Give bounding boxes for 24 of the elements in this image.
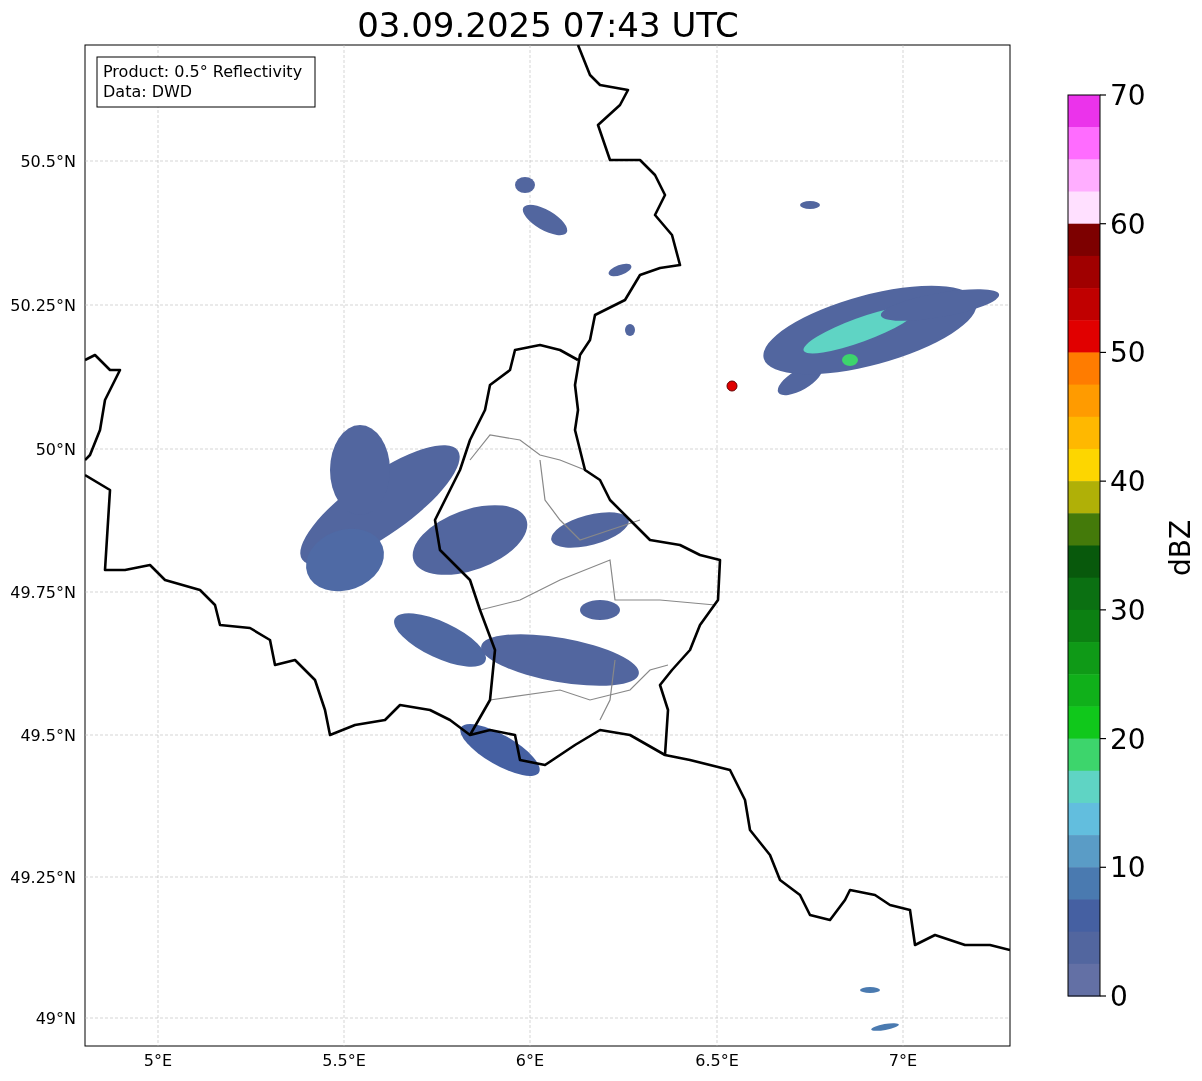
colorbar-tick-label: 40 xyxy=(1110,465,1146,499)
latitude-tick-label: 50.5°N xyxy=(20,152,76,171)
longitude-tick-label: 5°E xyxy=(143,1051,173,1070)
latitude-tick-label: 49.75°N xyxy=(10,583,76,602)
colorbar-tick-label: 10 xyxy=(1110,851,1146,885)
longitude-tick-label: 7°E xyxy=(888,1051,918,1070)
chart-title: 03.09.2025 07:43 UTC xyxy=(357,5,739,45)
colorbar-tick-label: 30 xyxy=(1110,593,1146,627)
colorbar-tick-label: 70 xyxy=(1110,79,1146,112)
latitude-tick-label: 50°N xyxy=(35,440,76,459)
colorbar-label: dBZ xyxy=(1164,519,1197,577)
longitude-tick-label: 5.5°E xyxy=(322,1051,366,1070)
colorbar-tick-label: 20 xyxy=(1110,722,1146,756)
latitude-tick-label: 49°N xyxy=(35,1009,76,1028)
latitude-tick-label: 49.5°N xyxy=(20,726,76,745)
longitude-tick-label: 6°E xyxy=(515,1051,545,1070)
radar-site-marker xyxy=(726,380,738,392)
colorbar-tick-label: 50 xyxy=(1110,336,1146,370)
longitude-tick-label: 6.5°E xyxy=(695,1051,739,1070)
latitude-tick-label: 50.25°N xyxy=(10,296,76,315)
latitude-tick-label: 49.25°N xyxy=(10,868,76,887)
colorbar-tick-label: 0 xyxy=(1110,980,1128,1013)
colorbar-tick-label: 60 xyxy=(1110,207,1146,241)
info-box: Product: 0.5° Reflectivity Data: DWD xyxy=(96,56,316,108)
